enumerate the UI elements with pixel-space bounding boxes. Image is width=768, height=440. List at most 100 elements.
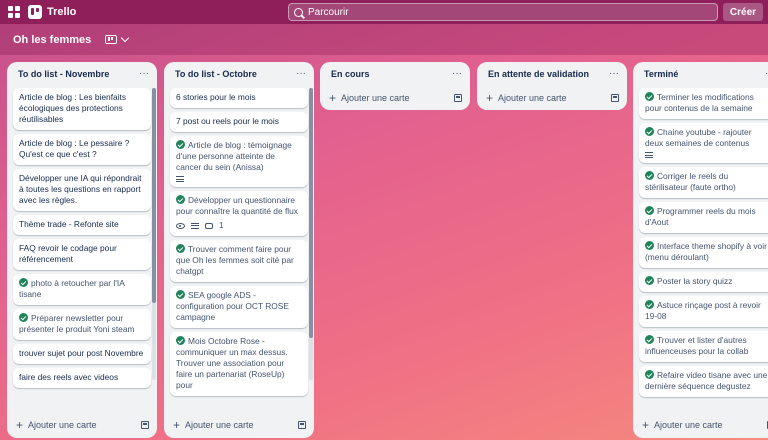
complete-check-icon[interactable] [645,370,654,379]
list-title[interactable]: To do list - Octobre [175,69,257,79]
add-card-label: Ajouter une carte [28,420,97,430]
card-title: Développer un questionnaire pour connaît… [176,195,298,216]
create-button[interactable]: Créer [723,3,763,21]
card[interactable]: trouver sujet pour post Novembre [13,344,151,364]
card-title: 7 post ou reels pour le mois [176,116,279,126]
complete-check-icon[interactable] [645,300,654,309]
complete-check-icon[interactable] [645,127,654,136]
add-card-button[interactable]: + Ajouter une carte [16,418,97,432]
complete-check-icon[interactable] [645,335,654,344]
card[interactable]: Poster la story quizz [639,272,768,292]
card-title: Corriger le reels du stérilisateur (faut… [645,171,736,192]
list-title[interactable]: Terminé [644,69,678,79]
trello-logo-icon [28,5,42,19]
card[interactable]: Article de blog : Le pessaire ? Qu'est c… [13,134,151,165]
description-icon [645,152,653,158]
list-menu-icon[interactable]: ··· [452,69,462,79]
list-column: Terminé··· Terminer les modifications pou… [633,62,768,438]
card-template-icon[interactable] [611,94,619,102]
complete-check-icon[interactable] [19,313,28,322]
card-list: 6 stories pour le mois 7 post ou reels po… [164,86,314,412]
complete-check-icon[interactable] [176,336,185,345]
card[interactable]: photo à retoucher par l'IA tisane [13,274,151,305]
list-menu-icon[interactable]: ··· [139,69,149,79]
complete-check-icon[interactable] [645,171,654,180]
card[interactable]: Article de blog : Les bienfaits écologiq… [13,88,151,130]
add-card-button[interactable]: + Ajouter une carte [486,92,567,104]
complete-check-icon[interactable] [645,206,654,215]
top-bar: Trello Créer [0,0,768,24]
add-card-button[interactable]: + Ajouter une carte [642,419,723,431]
card[interactable]: faire des reels avec videos [13,368,151,388]
list-header: To do list - Octobre ··· [164,62,314,86]
complete-check-icon[interactable] [176,195,185,204]
card[interactable]: Refaire video tisane avec une dernière s… [639,366,768,397]
card-template-icon[interactable] [141,421,149,429]
search-box[interactable] [288,3,718,21]
board-title[interactable]: Oh les femmes [13,34,91,46]
search-input[interactable] [308,6,698,18]
apps-grid-icon[interactable] [8,6,20,18]
board-header: Oh les femmes [0,24,768,55]
scrollbar-thumb[interactable] [309,88,313,338]
complete-check-icon[interactable] [176,290,185,299]
card-title: Chaine youtube - rajouter deux semaines … [645,127,752,148]
card-title: Article de blog : Les bienfaits écologiq… [19,92,127,124]
board-view-switcher[interactable] [105,33,130,44]
card[interactable]: Interface theme shopify à voir (menu dér… [639,237,768,268]
card-template-icon[interactable] [454,94,462,102]
card-title: photo à retoucher par l'IA tisane [19,278,125,299]
list-footer: + Ajouter une carte [7,412,157,438]
complete-check-icon[interactable] [19,278,28,287]
card[interactable]: Corriger le reels du stérilisateur (faut… [639,167,768,198]
complete-check-icon[interactable] [645,92,654,101]
list-menu-icon[interactable]: ··· [296,69,306,79]
plus-icon: + [16,418,24,432]
card[interactable]: Développer une IA qui répondrait à toute… [13,169,151,211]
card[interactable]: Trouver comment faire pour que Oh les fe… [170,240,308,282]
list-column: To do list - Octobre ··· 6 stories pour le… [164,62,314,438]
card[interactable]: Article de blog : témoignage d'une perso… [170,136,308,187]
card-title: Poster la story quizz [657,276,733,286]
add-card-label: Ajouter une carte [498,93,567,103]
card[interactable]: Chaine youtube - rajouter deux semaines … [639,123,768,163]
card-title: Article de blog : témoignage d'une perso… [176,140,292,172]
plus-icon: + [329,91,337,105]
scrollbar-thumb[interactable] [152,88,156,303]
card[interactable]: Trouver et lister d'autres influenceuses… [639,331,768,362]
card[interactable]: Préparer newsletter pour présenter le pr… [13,309,151,340]
list-menu-icon[interactable]: ··· [609,69,619,79]
card[interactable]: FAQ revoir le codage pour référencement [13,239,151,270]
list-header: En cours ··· [320,62,470,86]
add-card-button[interactable]: + Ajouter une carte [329,91,410,105]
card[interactable]: Astuce rinçage post à revoir 19-08 [639,296,768,327]
card-title: FAQ revoir le codage pour référencement [19,243,117,264]
list-title[interactable]: En cours [331,69,370,79]
card[interactable]: 6 stories pour le mois [170,88,308,108]
card[interactable]: SEA google ADS - configuration pour OCT … [170,286,308,328]
trello-logo[interactable]: Trello [28,5,76,19]
complete-check-icon[interactable] [645,276,654,285]
complete-check-icon[interactable] [176,140,185,149]
card-template-icon[interactable] [298,421,306,429]
list-header: Terminé··· [633,62,768,86]
card[interactable]: Développer un questionnaire pour connaît… [170,191,308,236]
card[interactable]: Programmer reels du mois d'Aout [639,202,768,233]
description-icon [191,222,199,229]
card-title: Mois Octobre Rose - communiquer un max d… [176,336,288,390]
card[interactable]: Terminer les modifications pour contenus… [639,88,768,119]
card-title: Développer une IA qui répondrait à toute… [19,173,142,205]
watch-eye-icon [176,222,185,229]
card-title: Astuce rinçage post à revoir 19-08 [645,300,761,321]
add-card-button[interactable]: + Ajouter une carte [173,419,254,431]
list-title[interactable]: En attente de validation [488,69,589,79]
card[interactable]: 7 post ou reels pour le mois [170,112,308,132]
list-footer: + Ajouter une carte [164,412,314,438]
card[interactable]: Thème trade - Refonte site [13,215,151,235]
list-title[interactable]: To do list - Novembre [18,69,109,79]
card-list: Terminer les modifications pour contenus… [633,86,768,412]
card[interactable]: Mois Octobre Rose - communiquer un max d… [170,332,308,396]
complete-check-icon[interactable] [645,241,654,250]
complete-check-icon[interactable] [176,244,185,253]
card-list: Article de blog : Les bienfaits écologiq… [7,86,157,412]
